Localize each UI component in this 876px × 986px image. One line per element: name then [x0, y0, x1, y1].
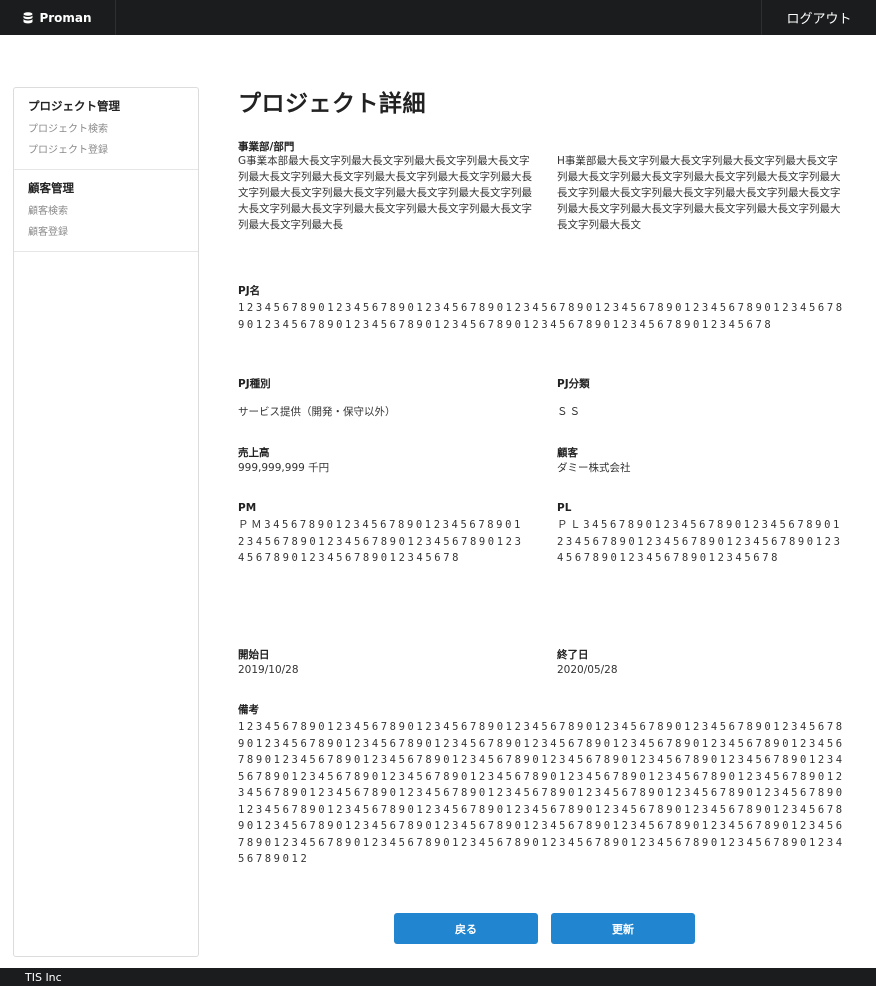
database-icon: [23, 11, 33, 23]
sidebar-heading-client: 顧客管理: [28, 181, 74, 195]
pl-label: PL: [557, 502, 572, 514]
sidebar-group-project: プロジェクト管理 プロジェクト検索 プロジェクト登録: [14, 88, 198, 170]
end-date-value: 2020/05/28: [557, 664, 618, 676]
sidebar-item-client-register[interactable]: 顧客登録: [28, 222, 184, 243]
pj-type-value: サービス提供（開発・保守以外）: [238, 406, 396, 418]
update-button[interactable]: 更新: [551, 913, 695, 944]
pj-class-label: PJ分類: [557, 378, 590, 390]
pj-name-value: 1234567890123456789012345678901234567890…: [238, 302, 845, 331]
note-label: 備考: [238, 704, 259, 716]
pj-class-value: ＳＳ: [557, 406, 582, 418]
division-value-left: G事業本部最大長文字列最大長文字列最大長文字列最大長文字列最大長文字列最大長文字…: [238, 155, 532, 231]
start-date-label: 開始日: [238, 649, 270, 661]
sidebar-heading-project: プロジェクト管理: [28, 99, 120, 113]
note-value: 1234567890123456789012345678901234567890…: [238, 721, 845, 865]
page-title: プロジェクト詳細: [238, 91, 426, 117]
division-value-right: H事業部最大長文字列最大長文字列最大長文字列最大長文字列最大長文字列最大長文字列…: [557, 155, 841, 231]
sidebar-item-client-search[interactable]: 顧客検索: [28, 201, 184, 222]
top-navbar: Proman ログアウト: [0, 0, 876, 35]
end-date-label: 終了日: [557, 649, 589, 661]
start-date-value: 2019/10/28: [238, 664, 299, 676]
brand-logo[interactable]: Proman: [0, 0, 116, 35]
pj-type-label: PJ種別: [238, 378, 271, 390]
back-button[interactable]: 戻る: [394, 913, 538, 944]
pj-name-label: PJ名: [238, 285, 261, 297]
client-value: ダミー株式会社: [557, 462, 631, 474]
sidebar: プロジェクト管理 プロジェクト検索 プロジェクト登録 顧客管理 顧客検索 顧客登…: [13, 87, 199, 957]
pm-value: ＰＭ34567890123456789012345678901234567890…: [238, 519, 524, 564]
sidebar-item-project-register[interactable]: プロジェクト登録: [28, 140, 184, 161]
brand-name: Proman: [39, 10, 92, 25]
pl-value: ＰＬ34567890123456789012345678901234567890…: [557, 519, 843, 564]
sidebar-group-client: 顧客管理 顧客検索 顧客登録: [14, 170, 198, 252]
sidebar-item-project-search[interactable]: プロジェクト検索: [28, 119, 184, 140]
pm-label: PM: [238, 502, 257, 514]
footer: TIS Inc: [0, 968, 876, 986]
division-label: 事業部/部門: [238, 141, 295, 153]
sales-value: 999,999,999 千円: [238, 462, 330, 474]
logout-button[interactable]: ログアウト: [761, 0, 876, 35]
client-label: 顧客: [557, 447, 578, 459]
sales-label: 売上高: [238, 447, 270, 459]
